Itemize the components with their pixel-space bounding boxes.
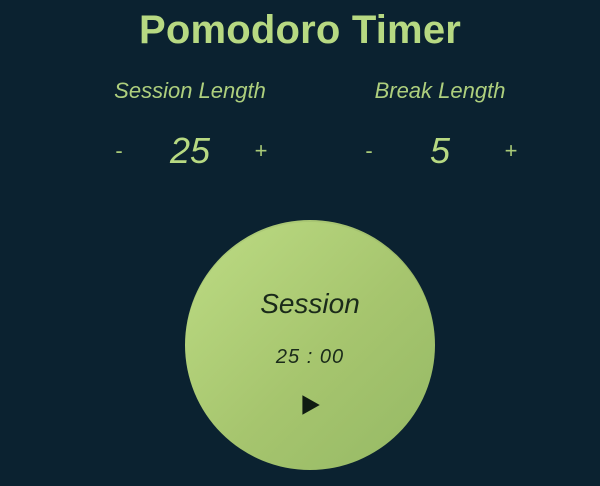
break-length-value: 5 (429, 130, 451, 171)
play-icon (302, 395, 320, 415)
timer-mode-label: Session (260, 288, 360, 319)
timer-display: Session 25 : 00 (185, 220, 435, 470)
break-length-control: Break Length - 5 + (330, 78, 550, 188)
play-button[interactable] (295, 390, 325, 420)
session-decrement-button[interactable]: - (106, 138, 132, 164)
session-length-stepper: - 25 + (80, 126, 300, 176)
session-length-value: 25 (169, 130, 211, 171)
session-increment-button[interactable]: + (248, 138, 274, 164)
break-increment-button[interactable]: + (498, 138, 524, 164)
break-decrement-button[interactable]: - (356, 138, 382, 164)
page-title: Pomodoro Timer (138, 8, 462, 52)
session-length-label: Session Length (114, 78, 266, 103)
timer-countdown: 25 : 00 (275, 346, 345, 368)
break-length-stepper: - 5 + (330, 126, 550, 176)
session-length-control: Session Length - 25 + (80, 78, 300, 188)
pomodoro-app: Pomodoro Timer Session Length - 25 + Bre… (0, 0, 600, 486)
break-length-label: Break Length (374, 78, 506, 103)
